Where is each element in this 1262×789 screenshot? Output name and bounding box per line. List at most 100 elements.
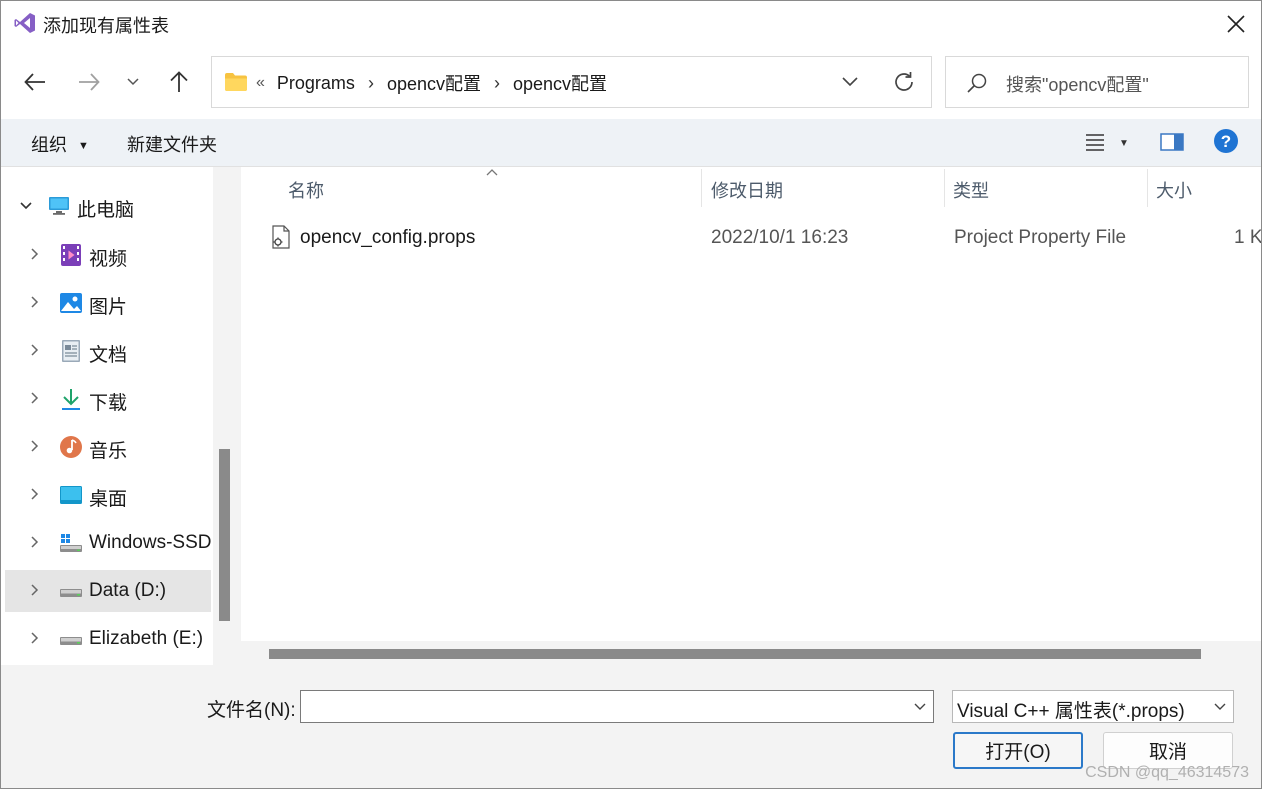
nav-item-data-d[interactable]: Data (D:) — [5, 570, 211, 612]
column-header-label: 类型 — [953, 181, 989, 201]
close-icon — [1227, 15, 1245, 33]
column-header-size[interactable]: 大小 — [1148, 167, 1261, 207]
breadcrumb-separator-icon[interactable]: › — [368, 73, 374, 94]
filename-label: 文件名(N): — [207, 700, 296, 721]
address-dropdown-icon[interactable] — [840, 71, 860, 91]
computer-icon — [49, 197, 69, 215]
column-header-type[interactable]: 类型 — [945, 167, 1147, 207]
up-button[interactable] — [161, 65, 197, 99]
expand-chevron-right-icon[interactable] — [29, 247, 41, 261]
file-type: Project Property File — [954, 227, 1127, 248]
expand-chevron-right-icon[interactable] — [29, 631, 41, 645]
drive-icon — [60, 589, 82, 597]
breadcrumb-separator-icon[interactable]: › — [494, 73, 500, 94]
file-name: opencv_config.props — [300, 227, 476, 248]
preview-pane-icon — [1160, 133, 1184, 151]
file-dialog-window: 添加现有属性表 « Programs › opencv配置 › opencv配置… — [0, 0, 1262, 789]
view-dropdown-button[interactable]: ▼ — [1119, 133, 1129, 151]
video-icon — [61, 244, 81, 266]
nav-item-label: Elizabeth (E:) — [89, 628, 204, 649]
new-folder-button[interactable]: 新建文件夹 — [127, 131, 217, 157]
recent-locations-button[interactable] — [115, 65, 151, 99]
breadcrumb: « Programs › opencv配置 › opencv配置 — [256, 70, 607, 96]
filename-input[interactable] — [301, 691, 901, 722]
open-button[interactable]: 打开(O) — [953, 732, 1083, 769]
file-list: 名称 修改日期 类型 大小 opencv_config.props 2022/1… — [241, 167, 1261, 665]
expand-chevron-right-icon[interactable] — [29, 439, 41, 453]
column-header-modified[interactable]: 修改日期 — [702, 167, 944, 207]
breadcrumb-item[interactable]: opencv配置 — [387, 70, 481, 96]
chevron-down-icon[interactable] — [913, 699, 927, 713]
file-type-filter-select[interactable]: Visual C++ 属性表(*.props) — [952, 690, 1234, 723]
nav-item-label: 桌面 — [89, 489, 128, 510]
file-row[interactable]: opencv_config.props 2022/10/1 16:23 Proj… — [241, 219, 1261, 255]
filename-combobox[interactable] — [300, 690, 934, 723]
nav-item-documents[interactable]: 文档 — [5, 330, 211, 372]
file-list-horizontal-scrollbar[interactable] — [241, 641, 1261, 665]
arrow-right-icon — [79, 73, 100, 91]
breadcrumb-item[interactable]: Programs — [277, 73, 355, 94]
props-file-icon — [272, 225, 290, 249]
nav-item-label: Windows-SSD — [89, 532, 212, 553]
column-header-label: 大小 — [1156, 181, 1192, 201]
svg-text:?: ? — [1221, 132, 1231, 151]
organize-menu-button[interactable]: 组织 ▼ — [31, 131, 89, 157]
close-button[interactable] — [1221, 9, 1251, 39]
documents-icon — [62, 340, 80, 362]
title-bar: 添加现有属性表 — [1, 1, 1261, 45]
visual-studio-icon — [14, 13, 35, 33]
expand-chevron-down-icon[interactable] — [19, 199, 33, 213]
view-options-button[interactable] — [1085, 133, 1105, 156]
nav-item-label: Data (D:) — [89, 580, 167, 601]
breadcrumb-overflow[interactable]: « — [256, 74, 265, 92]
navigation-bar: « Programs › opencv配置 › opencv配置 搜索"open… — [1, 45, 1261, 119]
search-box[interactable]: 搜索"opencv配置" — [945, 56, 1249, 108]
breadcrumb-item[interactable]: opencv配置 — [513, 70, 607, 96]
expand-chevron-right-icon[interactable] — [29, 583, 41, 597]
system-drive-icon — [60, 534, 82, 552]
watermark: CSDN @qq_46314573 — [1085, 764, 1249, 781]
list-view-icon — [1086, 134, 1104, 151]
chevron-down-icon — [1214, 703, 1226, 710]
nav-item-pictures[interactable]: 图片 — [5, 282, 211, 324]
help-icon: ? — [1214, 129, 1238, 153]
caret-down-icon: ▼ — [1119, 138, 1129, 149]
folder-icon — [225, 73, 247, 91]
nav-item-label: 下载 — [89, 393, 128, 414]
address-bar[interactable]: « Programs › opencv配置 › opencv配置 — [211, 56, 932, 108]
nav-item-this-pc[interactable]: 此电脑 — [5, 185, 211, 227]
pictures-icon — [60, 293, 82, 313]
nav-item-label: 文档 — [89, 345, 128, 366]
dialog-footer: 文件名(N): Visual C++ 属性表(*.props) 打开(O) 取消… — [1, 665, 1261, 788]
column-header-name[interactable]: 名称 — [241, 167, 701, 207]
expand-chevron-right-icon[interactable] — [29, 391, 41, 405]
expand-chevron-right-icon[interactable] — [29, 535, 41, 549]
download-icon — [62, 389, 80, 410]
command-bar: 组织 ▼ 新建文件夹 ▼ ? — [1, 119, 1261, 167]
expand-chevron-right-icon[interactable] — [29, 487, 41, 501]
back-button[interactable] — [17, 65, 53, 99]
expand-chevron-right-icon[interactable] — [29, 295, 41, 309]
nav-item-downloads[interactable]: 下载 — [5, 378, 211, 420]
nav-item-music[interactable]: 音乐 — [5, 426, 211, 468]
help-button[interactable]: ? — [1213, 128, 1239, 159]
refresh-icon[interactable] — [892, 70, 916, 94]
nav-item-desktop[interactable]: 桌面 — [5, 474, 211, 516]
search-placeholder: 搜索"opencv配置" — [1006, 75, 1149, 95]
forward-button[interactable] — [71, 65, 107, 99]
nav-item-videos[interactable]: 视频 — [5, 234, 211, 276]
nav-item-elizabeth-e[interactable]: Elizabeth (E:) — [5, 618, 211, 660]
nav-item-windows-ssd[interactable]: Windows-SSD — [5, 522, 211, 564]
preview-pane-button[interactable] — [1160, 132, 1184, 157]
scrollbar-thumb[interactable] — [219, 449, 230, 621]
dialog-title: 添加现有属性表 — [43, 16, 169, 36]
file-modified-date: 2022/10/1 16:23 — [711, 227, 849, 248]
arrow-up-icon — [170, 71, 188, 92]
music-icon — [60, 436, 82, 458]
chevron-down-icon — [127, 78, 139, 86]
expand-chevron-right-icon[interactable] — [29, 343, 41, 357]
nav-item-label: 此电脑 — [77, 200, 135, 221]
navigation-pane-scrollbar[interactable] — [213, 167, 239, 665]
nav-item-label: 图片 — [89, 297, 128, 318]
scrollbar-thumb[interactable] — [269, 649, 1201, 659]
